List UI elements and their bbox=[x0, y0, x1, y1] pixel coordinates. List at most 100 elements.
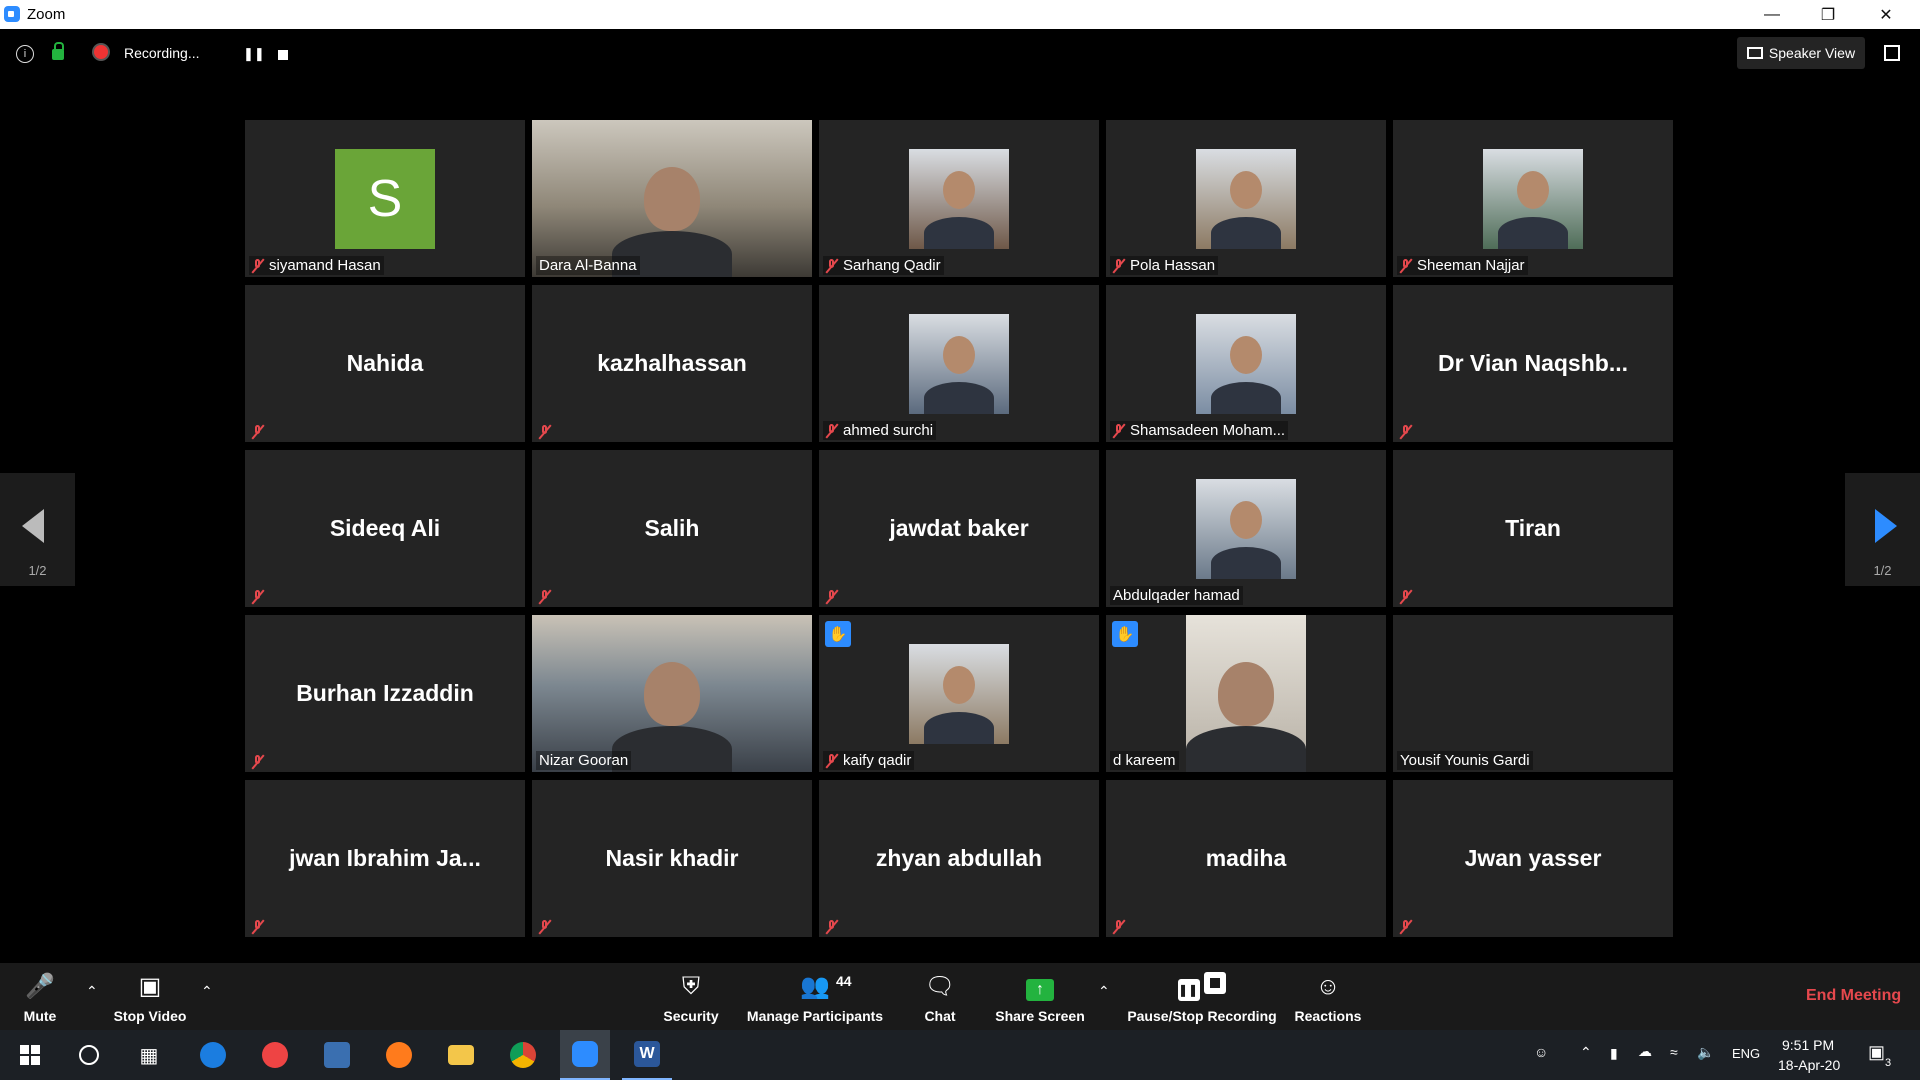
participant-tile[interactable]: jawdat baker bbox=[819, 450, 1099, 607]
firefox-icon[interactable] bbox=[374, 1030, 424, 1080]
audio-options-caret-icon[interactable]: ⌃ bbox=[86, 983, 98, 1000]
person-silhouette bbox=[644, 167, 700, 232]
recording-indicator-icon bbox=[94, 45, 108, 59]
participant-display-name: Jwan yasser bbox=[1464, 845, 1602, 871]
pause-recording-button[interactable]: ❚❚ bbox=[243, 46, 265, 62]
windows-start-icon[interactable] bbox=[5, 1030, 55, 1080]
task-view-icon[interactable]: ▦ bbox=[124, 1030, 174, 1080]
word-icon[interactable]: W bbox=[622, 1030, 672, 1080]
person-shoulders bbox=[1211, 217, 1281, 249]
encryption-lock-icon[interactable] bbox=[52, 49, 64, 60]
person-shoulders bbox=[1498, 217, 1568, 249]
manage-participants-button[interactable]: 👥 Manage Participants bbox=[745, 963, 885, 1030]
raised-hand-icon: ✋ bbox=[825, 621, 851, 647]
end-meeting-button[interactable]: End Meeting bbox=[1806, 987, 1901, 1005]
person-silhouette bbox=[943, 666, 975, 704]
participant-tile[interactable]: Nasir khadir bbox=[532, 780, 812, 937]
participant-tile[interactable]: Sheeman Najjar bbox=[1393, 120, 1673, 277]
next-page-button[interactable]: 1/2 bbox=[1845, 473, 1920, 586]
teamviewer-icon[interactable] bbox=[188, 1030, 238, 1080]
participant-tile[interactable]: Sarhang Qadir bbox=[819, 120, 1099, 277]
participant-name: d kareem bbox=[1113, 752, 1176, 769]
person-silhouette bbox=[1230, 336, 1262, 374]
input-language[interactable]: ENG bbox=[1732, 1046, 1760, 1061]
participant-tile[interactable]: Burhan Izzaddin bbox=[245, 615, 525, 772]
participant-tile[interactable]: madiha bbox=[1106, 780, 1386, 937]
wifi-icon[interactable]: ≈ bbox=[1670, 1044, 1678, 1060]
muted-microphone-icon bbox=[252, 258, 264, 273]
participant-tile[interactable]: ✋ kaify qadir bbox=[819, 615, 1099, 772]
mute-button[interactable]: 🎤 Mute bbox=[14, 963, 66, 1030]
meeting-info-icon[interactable]: i bbox=[16, 45, 34, 63]
participant-tile[interactable]: Dara Al-Banna bbox=[532, 120, 812, 277]
chrome-icon[interactable] bbox=[498, 1030, 548, 1080]
participant-tile[interactable]: Abdulqader hamad bbox=[1106, 450, 1386, 607]
file-explorer-icon[interactable] bbox=[436, 1030, 486, 1080]
participant-tile[interactable]: Tiran bbox=[1393, 450, 1673, 607]
onedrive-cloud-icon[interactable]: ☁ bbox=[1638, 1043, 1652, 1060]
muted-microphone-icon bbox=[826, 258, 838, 273]
recording-status: Recording... bbox=[124, 45, 200, 61]
pause-stop-recording-button[interactable]: ❚❚ Pause/Stop Recording bbox=[1126, 963, 1278, 1030]
fullscreen-icon[interactable] bbox=[1884, 45, 1900, 61]
muted-microphone-icon bbox=[252, 425, 264, 439]
calculator-app-icon[interactable] bbox=[312, 1030, 362, 1080]
participant-tile[interactable]: jwan Ibrahim Ja... bbox=[245, 780, 525, 937]
participant-tile[interactable]: Jwan yasser bbox=[1393, 780, 1673, 937]
security-button[interactable]: ⛨ Security bbox=[658, 963, 724, 1030]
recording-controls-icon: ❚❚ bbox=[1178, 972, 1226, 1002]
participant-tile[interactable]: Yousif Younis Gardi bbox=[1393, 615, 1673, 772]
arrow-left-icon bbox=[22, 509, 44, 543]
participant-tile[interactable]: kazhalhassan bbox=[532, 285, 812, 442]
close-window-button[interactable]: ✕ bbox=[1858, 0, 1914, 29]
participant-tile[interactable]: Pola Hassan bbox=[1106, 120, 1386, 277]
share-options-caret-icon[interactable]: ⌃ bbox=[1098, 983, 1110, 1000]
zoom-taskbar-icon[interactable] bbox=[560, 1030, 610, 1080]
title-bar: Zoom — ❐ ✕ bbox=[0, 0, 1920, 29]
participant-display-name: Salih bbox=[644, 515, 700, 541]
stop-video-button[interactable]: ▣ Stop Video bbox=[106, 963, 194, 1030]
participant-name-label: Dara Al-Banna bbox=[536, 256, 640, 275]
stop-recording-button[interactable] bbox=[278, 50, 288, 60]
person-shoulders bbox=[924, 712, 994, 744]
app-icon[interactable] bbox=[250, 1030, 300, 1080]
participant-count: 44 bbox=[836, 973, 852, 989]
mute-label: Mute bbox=[23, 1008, 57, 1024]
previous-page-button[interactable]: 1/2 bbox=[0, 473, 75, 586]
participant-name: Yousif Younis Gardi bbox=[1400, 752, 1530, 769]
participant-tile[interactable]: Shamsadeen Moham... bbox=[1106, 285, 1386, 442]
volume-icon[interactable]: 🔈 bbox=[1697, 1044, 1714, 1061]
arrow-right-icon bbox=[1875, 509, 1897, 543]
chat-button[interactable]: 🗨 Chat bbox=[918, 963, 962, 1030]
participant-tile[interactable]: ahmed surchi bbox=[819, 285, 1099, 442]
restore-button[interactable]: ❐ bbox=[1800, 0, 1856, 29]
share-screen-button[interactable]: ↑ Share Screen bbox=[994, 963, 1086, 1030]
clock-time[interactable]: 9:51 PM bbox=[1782, 1037, 1834, 1053]
show-hidden-icons-caret-icon[interactable]: ⌃ bbox=[1580, 1044, 1592, 1061]
video-options-caret-icon[interactable]: ⌃ bbox=[201, 983, 213, 1000]
participant-tile[interactable]: Ssiyamand Hasan bbox=[245, 120, 525, 277]
participant-name-label: Nizar Gooran bbox=[536, 751, 632, 770]
participant-tile[interactable]: Nizar Gooran bbox=[532, 615, 812, 772]
notifications-icon[interactable]: ▣ bbox=[1868, 1042, 1885, 1063]
speaker-view-button[interactable]: Speaker View bbox=[1737, 37, 1865, 69]
participant-display-name: Nahida bbox=[346, 350, 424, 376]
participant-video bbox=[532, 615, 812, 772]
person-shoulders bbox=[1211, 382, 1281, 414]
participant-tile[interactable]: Sideeq Ali bbox=[245, 450, 525, 607]
reactions-button[interactable]: ☺ Reactions bbox=[1294, 963, 1362, 1030]
participant-tile[interactable]: Dr Vian Naqshb... bbox=[1393, 285, 1673, 442]
participant-tile[interactable]: Nahida bbox=[245, 285, 525, 442]
participant-name-label bbox=[1110, 919, 1128, 935]
people-icon[interactable]: ☺ bbox=[1534, 1044, 1548, 1060]
minimize-button[interactable]: — bbox=[1744, 0, 1800, 29]
participants-icon: 👥 bbox=[800, 973, 830, 1000]
participant-tile[interactable]: Salih bbox=[532, 450, 812, 607]
person-silhouette bbox=[943, 171, 975, 209]
participant-avatar: S bbox=[335, 149, 435, 249]
battery-icon[interactable]: ▮ bbox=[1610, 1045, 1618, 1062]
clock-date[interactable]: 18-Apr-20 bbox=[1778, 1057, 1840, 1073]
participant-tile[interactable]: ✋ d kareem bbox=[1106, 615, 1386, 772]
participant-tile[interactable]: zhyan abdullah bbox=[819, 780, 1099, 937]
search-circle-icon[interactable] bbox=[64, 1030, 114, 1080]
